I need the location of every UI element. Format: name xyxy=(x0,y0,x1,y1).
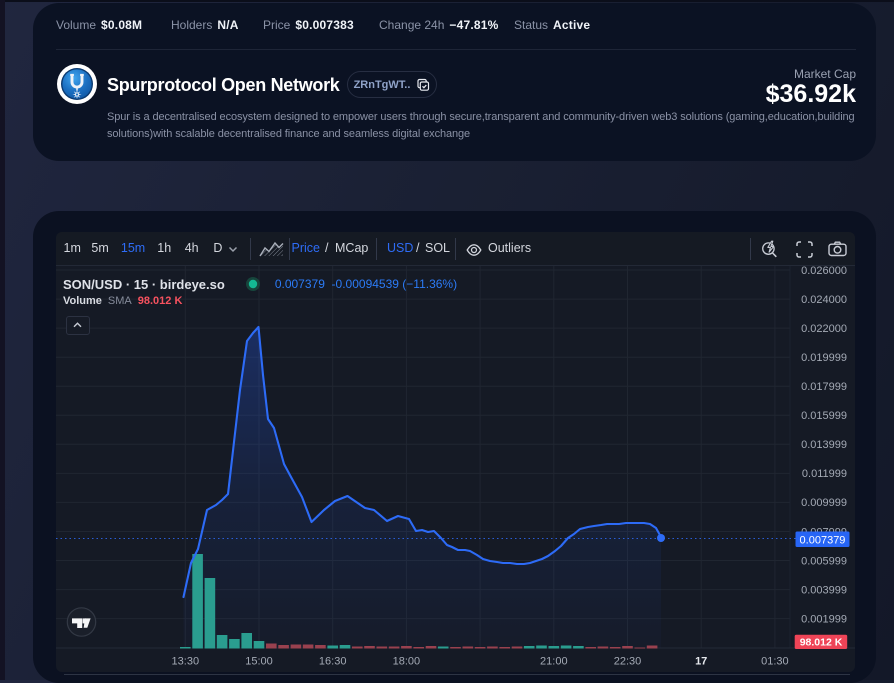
svg-text:0.017999: 0.017999 xyxy=(801,381,847,393)
svg-text:0.001999: 0.001999 xyxy=(801,613,847,625)
svg-text:21:00: 21:00 xyxy=(540,656,568,668)
svg-text:98.012 K: 98.012 K xyxy=(800,637,843,649)
svg-text:16:30: 16:30 xyxy=(319,656,347,668)
svg-text:0.009999: 0.009999 xyxy=(801,497,847,509)
svg-text:01:30: 01:30 xyxy=(761,656,789,668)
svg-text:0.019999: 0.019999 xyxy=(801,352,847,364)
svg-text:0.022000: 0.022000 xyxy=(801,323,847,335)
svg-text:0.011999: 0.011999 xyxy=(802,468,847,480)
svg-text:18:00: 18:00 xyxy=(393,656,421,668)
svg-text:0.007379: 0.007379 xyxy=(800,535,846,547)
svg-text:13:30: 13:30 xyxy=(172,656,200,668)
svg-text:22:30: 22:30 xyxy=(614,656,642,668)
svg-text:0.013999: 0.013999 xyxy=(801,439,847,451)
svg-text:15:00: 15:00 xyxy=(245,656,273,668)
svg-text:0.003999: 0.003999 xyxy=(801,584,847,596)
svg-text:0.026000: 0.026000 xyxy=(801,266,847,277)
svg-text:17: 17 xyxy=(695,656,707,668)
svg-text:0.015999: 0.015999 xyxy=(801,410,847,422)
svg-text:0.024000: 0.024000 xyxy=(801,294,847,306)
svg-text:0.005999: 0.005999 xyxy=(801,555,847,567)
